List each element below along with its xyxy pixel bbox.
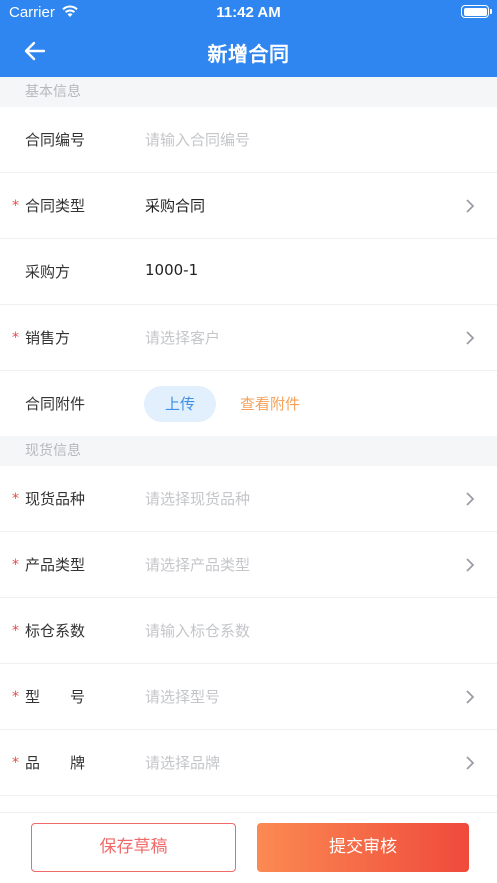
save-draft-button[interactable]: 保存草稿 (31, 823, 236, 872)
field-contract-type[interactable]: * 合同类型 采购合同 (0, 173, 497, 239)
field-brand[interactable]: * 品 牌 请选择品牌 (0, 730, 497, 796)
brand-select[interactable]: 请选择品牌 (145, 752, 220, 773)
chevron-right-icon (466, 690, 475, 704)
clock: 11:42 AM (216, 4, 281, 21)
field-coefficient[interactable]: * 标仓系数 请输入标仓系数 (0, 598, 497, 664)
field-label: 合同类型 (25, 197, 86, 215)
chevron-right-icon (466, 199, 475, 213)
field-label: 合同编号 (25, 131, 86, 149)
battery-icon (461, 5, 492, 18)
product-type-select[interactable]: 请选择产品类型 (145, 554, 250, 575)
bottom-action-bar: 保存草稿 提交审核 (0, 812, 497, 883)
nav-bar: 新增合同 (0, 26, 497, 77)
field-label: 型 号 (25, 688, 86, 706)
required-mark: * (12, 198, 19, 214)
seller-select[interactable]: 请选择客户 (145, 327, 220, 348)
field-label: 产品类型 (25, 556, 86, 574)
required-mark: * (12, 557, 19, 573)
next-row-partial (0, 796, 497, 812)
status-bar: Carrier 11:42 AM (0, 0, 497, 26)
chevron-right-icon (466, 558, 475, 572)
buyer-value: 1000-1 (145, 261, 199, 279)
field-product-type[interactable]: * 产品类型 请选择产品类型 (0, 532, 497, 598)
field-model[interactable]: * 型 号 请选择型号 (0, 664, 497, 730)
field-label: 采购方 (25, 263, 71, 281)
field-contract-no[interactable]: 合同编号 请输入合同编号 (0, 107, 497, 173)
model-select[interactable]: 请选择型号 (145, 686, 220, 707)
field-variety[interactable]: * 现货品种 请选择现货品种 (0, 466, 497, 532)
chevron-right-icon (466, 331, 475, 345)
chevron-right-icon (466, 756, 475, 770)
required-mark: * (12, 689, 19, 705)
required-mark: * (12, 491, 19, 507)
field-label: 合同附件 (25, 395, 86, 413)
view-attachment-link[interactable]: 查看附件 (240, 393, 300, 414)
contract-type-value[interactable]: 采购合同 (145, 195, 205, 216)
field-buyer: 采购方 1000-1 (0, 239, 497, 305)
coefficient-input[interactable]: 请输入标仓系数 (145, 620, 250, 641)
upload-button[interactable]: 上传 (144, 386, 216, 422)
section-header-goods: 现货信息 (0, 436, 497, 466)
required-mark: * (12, 330, 19, 346)
field-label: 品 牌 (25, 754, 86, 772)
field-attachment: 合同附件 上传 查看附件 (0, 371, 497, 436)
header-bar: Carrier 11:42 AM 新增合同 (0, 0, 497, 77)
field-seller[interactable]: * 销售方 请选择客户 (0, 305, 497, 371)
field-label: 标仓系数 (25, 622, 86, 640)
required-mark: * (12, 623, 19, 639)
submit-review-button[interactable]: 提交审核 (257, 823, 469, 872)
section-header-basic: 基本信息 (0, 77, 497, 107)
page-title: 新增合同 (207, 42, 290, 66)
field-label: 现货品种 (25, 490, 86, 508)
required-mark: * (12, 755, 19, 771)
field-label: 销售方 (25, 329, 71, 347)
variety-select[interactable]: 请选择现货品种 (145, 488, 250, 509)
chevron-right-icon (466, 492, 475, 506)
contract-no-input[interactable]: 请输入合同编号 (145, 129, 250, 150)
